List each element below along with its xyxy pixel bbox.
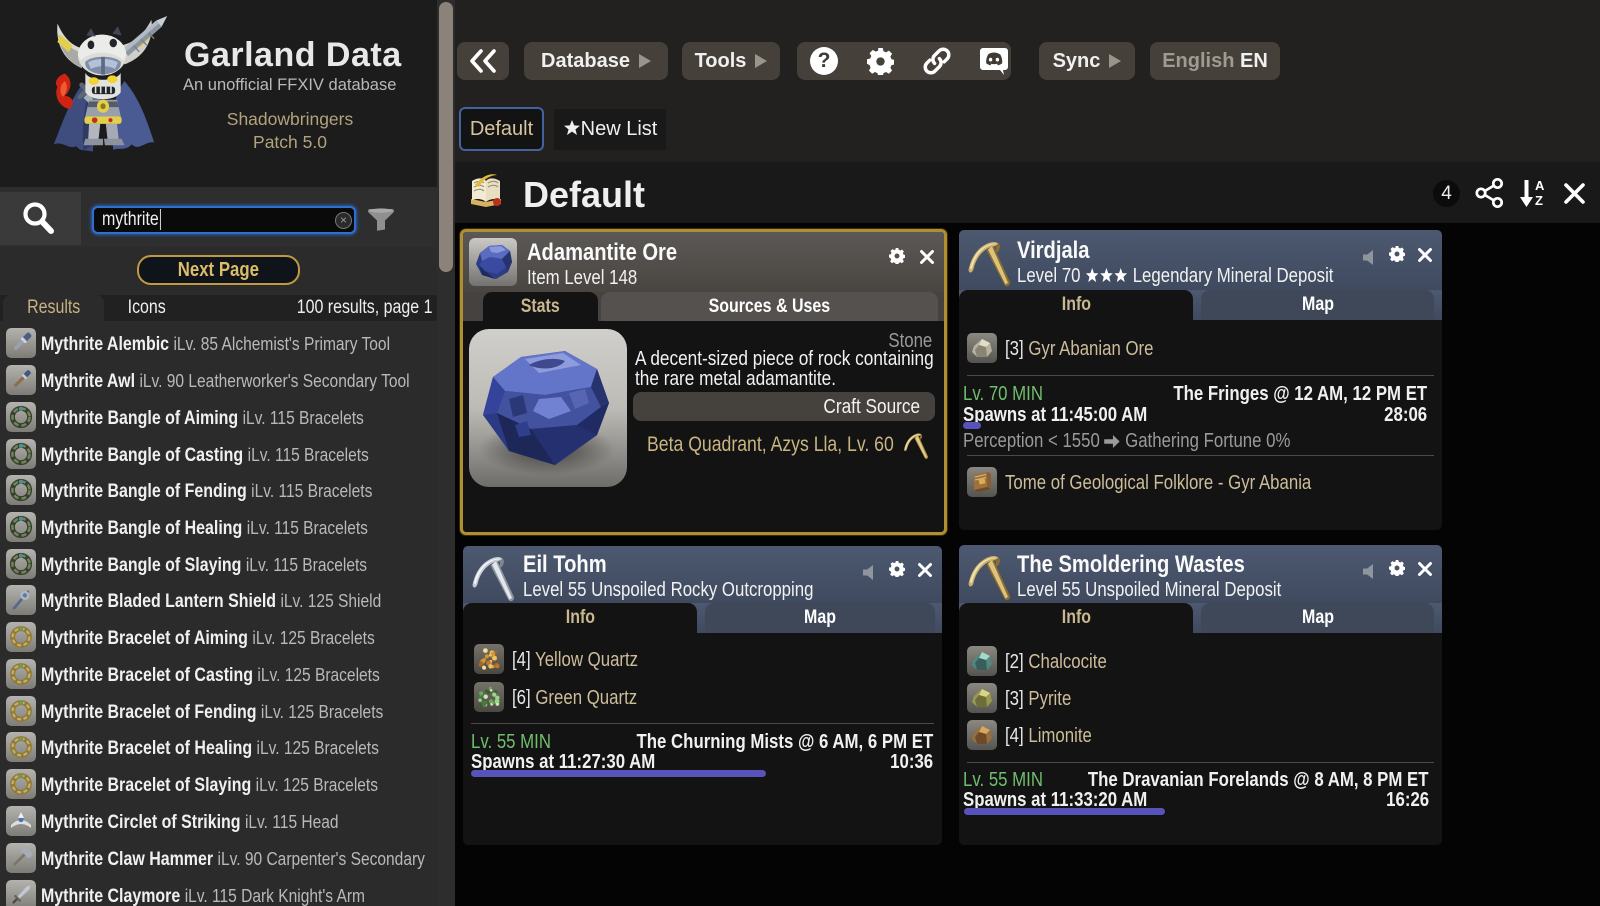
svg-text:Z: Z xyxy=(1535,193,1543,208)
svg-text:A: A xyxy=(1535,178,1545,193)
